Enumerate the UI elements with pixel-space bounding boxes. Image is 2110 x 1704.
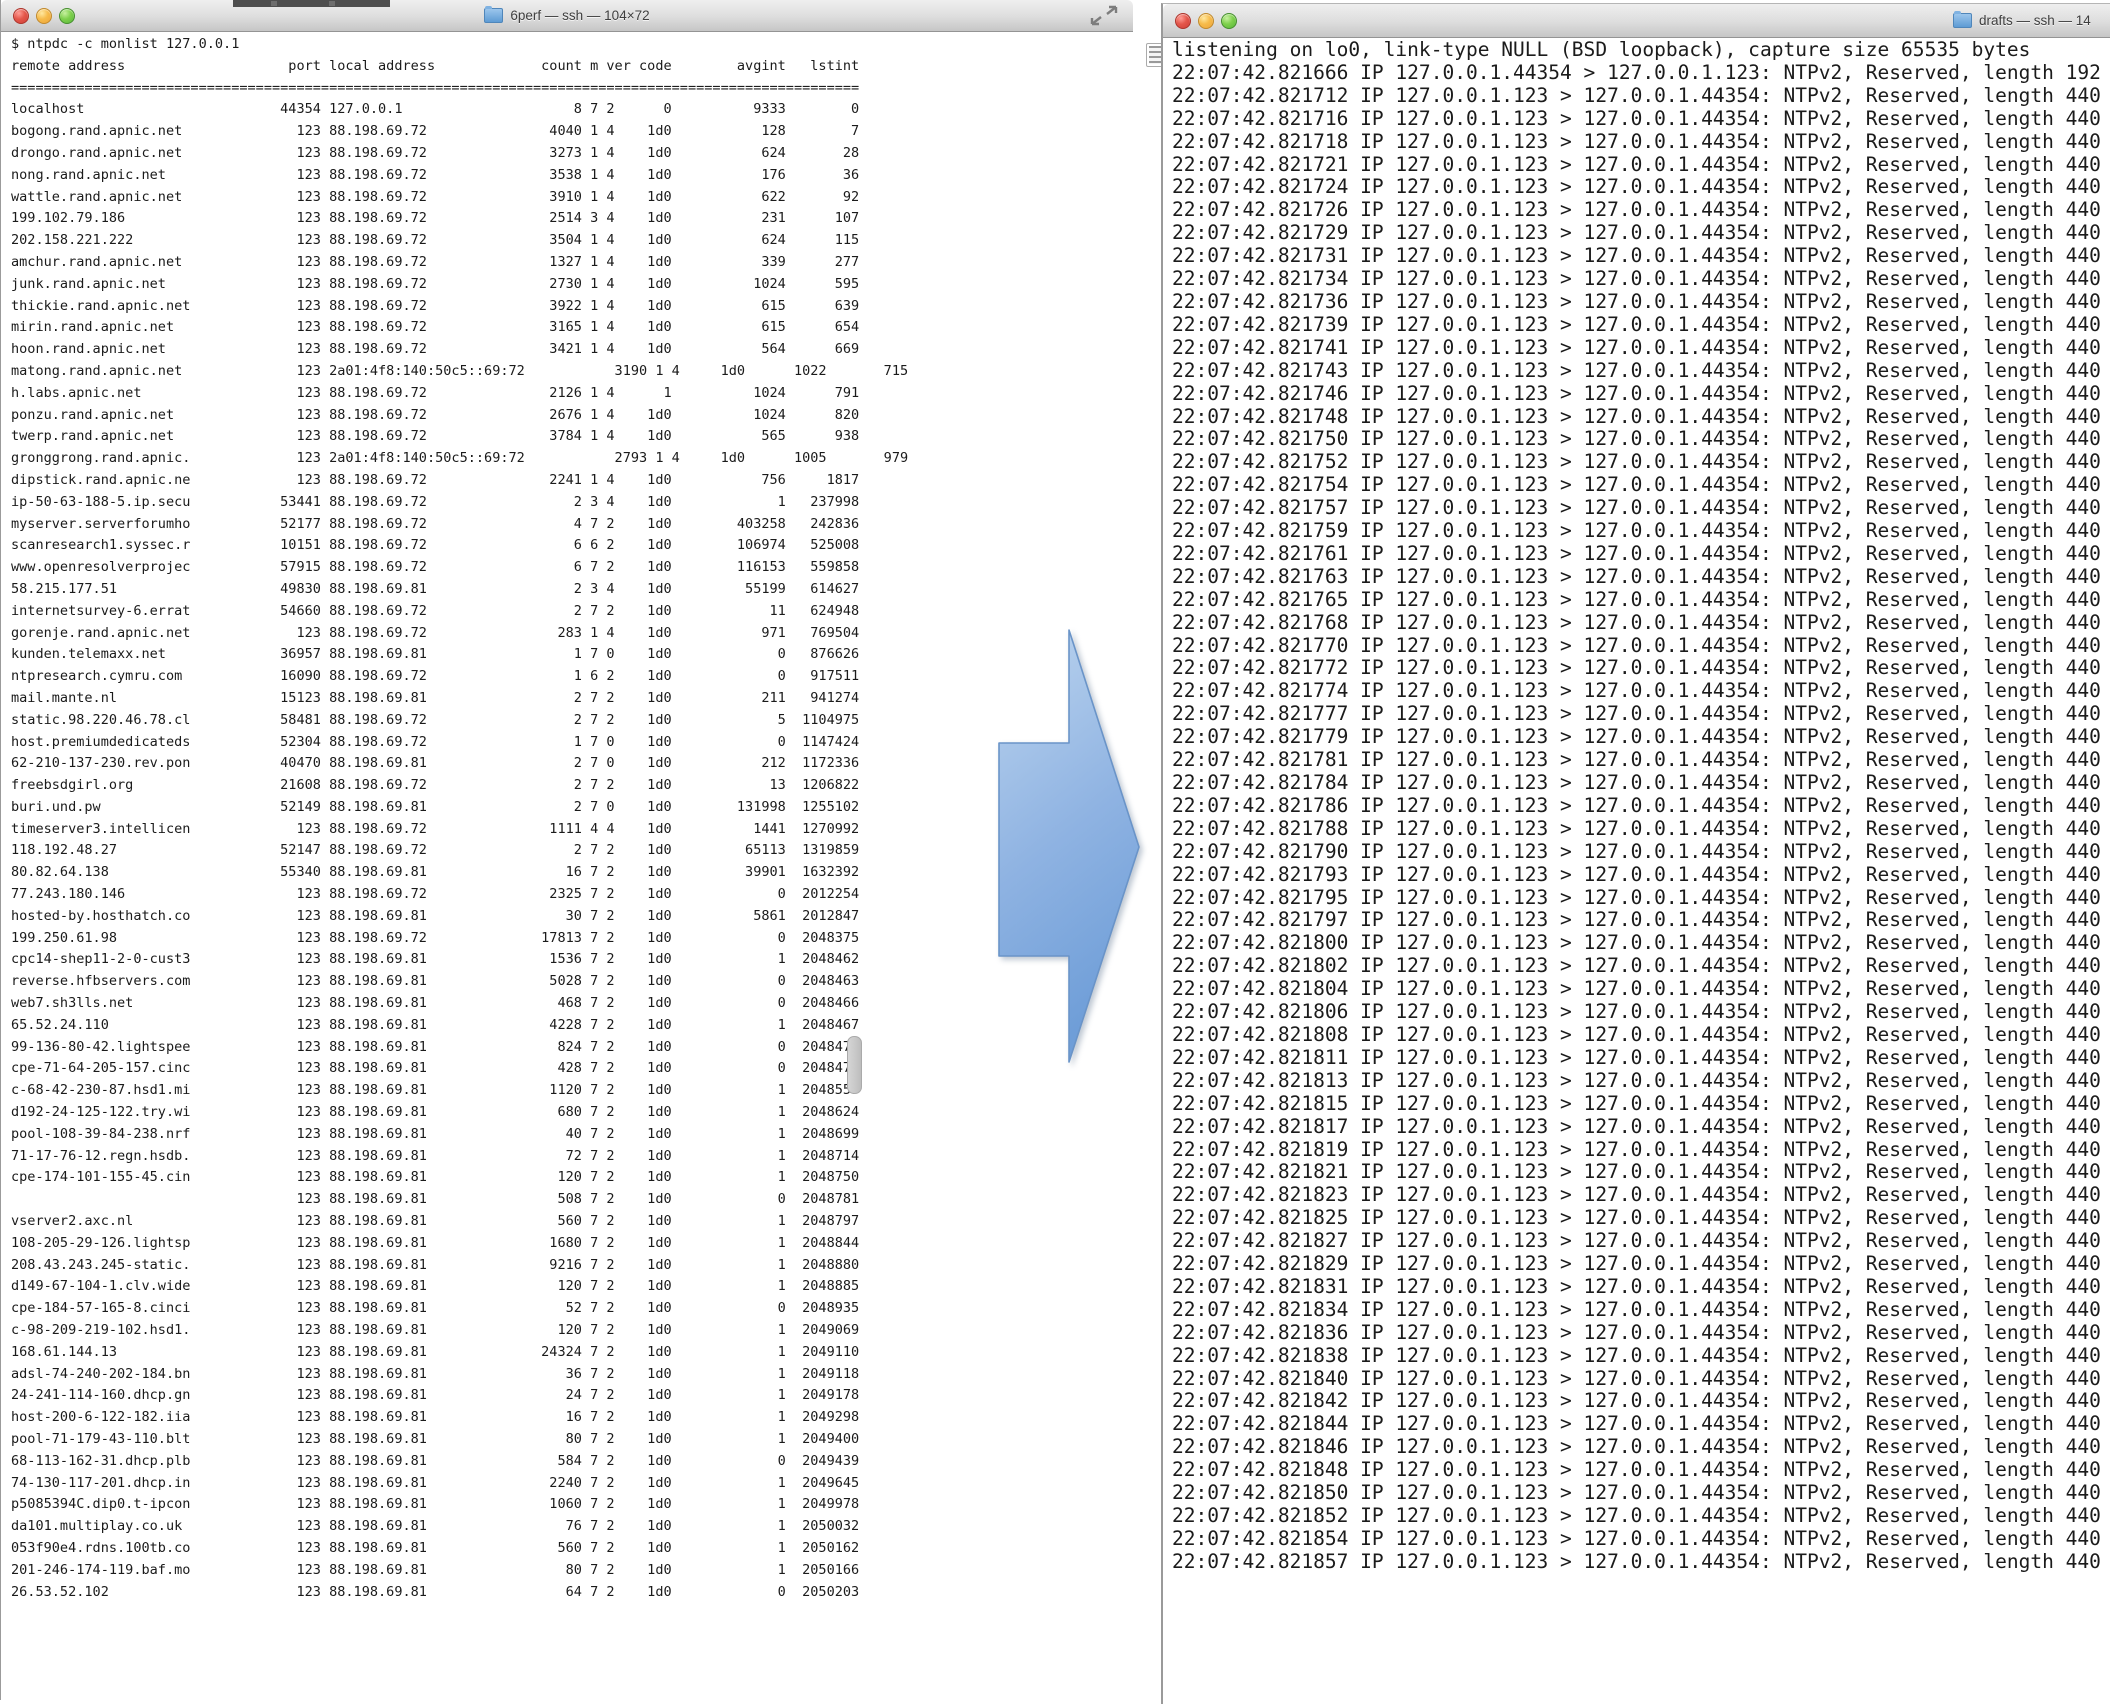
minimize-button[interactable] — [1198, 13, 1214, 29]
left-window-title: 6perf — ssh — 104×72 — [510, 8, 649, 23]
right-window-title: drafts — ssh — 14 — [1979, 13, 2091, 28]
close-button[interactable] — [1175, 13, 1191, 29]
left-terminal-window: 6perf — ssh — 104×72 $ ntpdc -c monlist … — [0, 0, 1133, 1700]
right-arrow — [996, 626, 1144, 1066]
zoom-button[interactable] — [1221, 13, 1237, 29]
ntpdc-monlist-output[interactable]: $ ntpdc -c monlist 127.0.0.1 remote addr… — [1, 31, 908, 1603]
tcpdump-output[interactable]: listening on lo0, link-type NULL (BSD lo… — [1163, 37, 2101, 1574]
left-titlebar[interactable]: 6perf — ssh — 104×72 — [1, 0, 1133, 32]
right-terminal-window: drafts — ssh — 14 listening on lo0, link… — [1161, 3, 2110, 1704]
fullscreen-icon[interactable] — [1086, 4, 1122, 28]
folder-icon — [484, 8, 503, 23]
right-titlebar[interactable]: drafts — ssh — 14 — [1163, 4, 2110, 38]
scrollbar-thumb[interactable] — [847, 1036, 862, 1094]
background-window-fragment — [233, 0, 390, 7]
folder-icon — [1953, 13, 1972, 28]
